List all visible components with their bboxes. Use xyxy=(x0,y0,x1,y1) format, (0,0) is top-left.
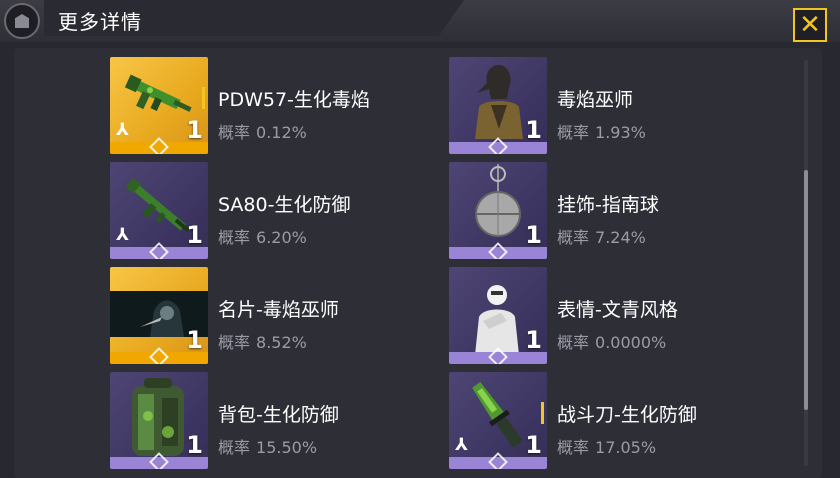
probability-label: 概率 xyxy=(218,228,251,247)
item-quantity: 1 xyxy=(525,431,542,459)
details-panel: 更多详情 ✕ ⅄ 1 PDW57-生化毒焰 概率 0.12% 1 毒焰巫师 概率 1.93% ⅄ 1… xyxy=(0,0,840,478)
item-card[interactable]: 1 xyxy=(110,267,208,364)
reward-item[interactable]: 1 表情-文青风格 概率 0.0000% xyxy=(449,267,779,367)
probability-value: 1.93% xyxy=(595,123,646,142)
item-name: 毒焰巫师 xyxy=(557,89,634,111)
reward-item[interactable]: ⅄ 1 PDW57-生化毒焰 概率 0.12% xyxy=(110,57,440,157)
item-quantity: 1 xyxy=(186,221,203,249)
probability-label: 概率 xyxy=(557,123,590,142)
reward-item[interactable]: 1 毒焰巫师概率 1.93% xyxy=(449,57,779,157)
probability-value: 17.05% xyxy=(595,438,657,457)
page-title: 更多详情 xyxy=(58,10,142,34)
probability-value: 6.20% xyxy=(256,228,307,247)
item-card[interactable]: 1 xyxy=(449,267,547,364)
probability-label: 概率 xyxy=(557,228,590,247)
reward-item[interactable]: 1 背包-生化防御 概率 15.50% xyxy=(110,372,440,472)
shield-logo-icon xyxy=(4,3,40,39)
item-name: 战斗刀-生化防御 xyxy=(557,404,697,426)
item-probability: 概率 0.12% xyxy=(218,119,307,143)
probability-label: 概率 xyxy=(218,333,251,352)
weapon-type-icon: ⅄ xyxy=(116,225,129,245)
probability-label: 概率 xyxy=(218,123,251,142)
close-button[interactable]: ✕ xyxy=(793,8,827,42)
weapon-type-icon: ⅄ xyxy=(455,435,468,455)
item-probability: 概率 17.05% xyxy=(557,434,656,458)
item-quantity: 1 xyxy=(525,326,542,354)
item-card[interactable]: ⅄ 1 xyxy=(110,162,208,259)
item-name: 挂饰-指南球 xyxy=(557,194,659,216)
probability-label: 概率 xyxy=(557,333,590,352)
scrollbar-thumb[interactable] xyxy=(804,170,808,410)
item-quantity: 1 xyxy=(525,221,542,249)
reward-item[interactable]: 1 挂饰-指南球 概率 7.24% xyxy=(449,162,779,262)
probability-value: 7.24% xyxy=(595,228,646,247)
rarity-bar xyxy=(202,87,205,109)
item-quantity: 1 xyxy=(186,326,203,354)
item-name: PDW57-生化毒焰 xyxy=(218,89,370,111)
item-probability: 概率 15.50% xyxy=(218,434,317,458)
probability-value: 8.52% xyxy=(256,333,307,352)
item-quantity: 1 xyxy=(186,431,203,459)
item-probability: 概率 0.0000% xyxy=(557,329,666,353)
weapon-type-icon: ⅄ xyxy=(116,120,129,140)
probability-value: 0.12% xyxy=(256,123,307,142)
item-card[interactable]: 1 xyxy=(110,372,208,469)
item-card[interactable]: 1 xyxy=(449,162,547,259)
probability-value: 0.0000% xyxy=(595,333,667,352)
item-probability: 概率 8.52% xyxy=(218,329,307,353)
item-quantity: 1 xyxy=(186,116,203,144)
item-quantity: 1 xyxy=(525,116,542,144)
reward-item[interactable]: ⅄ 1 SA80-生化防御 概率 6.20% xyxy=(110,162,440,262)
item-name: 表情-文青风格 xyxy=(557,299,678,321)
probability-value: 15.50% xyxy=(256,438,318,457)
reward-item[interactable]: 1 名片-毒焰巫师 概率 8.52% xyxy=(110,267,440,367)
probability-label: 概率 xyxy=(218,438,251,457)
charm-icon xyxy=(463,164,533,248)
rarity-bar xyxy=(541,402,544,424)
item-name: SA80-生化防御 xyxy=(218,194,351,216)
item-probability: 概率 7.24% xyxy=(557,224,646,248)
item-card[interactable]: 1 xyxy=(449,57,547,154)
knife-icon xyxy=(463,376,533,460)
item-probability: 概率 1.93% xyxy=(557,119,646,143)
reward-item[interactable]: ⅄ 1 战斗刀-生化防御 概率 17.05% xyxy=(449,372,779,472)
item-probability: 概率 6.20% xyxy=(218,224,307,248)
page-indicator xyxy=(709,40,781,55)
probability-label: 概率 xyxy=(557,438,590,457)
item-name: 背包-生化防御 xyxy=(218,404,339,426)
close-icon: ✕ xyxy=(799,10,821,40)
emote-icon xyxy=(461,275,531,359)
item-card[interactable]: ⅄ 1 xyxy=(449,372,547,469)
item-card[interactable]: ⅄ 1 xyxy=(110,57,208,154)
item-name: 名片-毒焰巫师 xyxy=(218,299,339,321)
